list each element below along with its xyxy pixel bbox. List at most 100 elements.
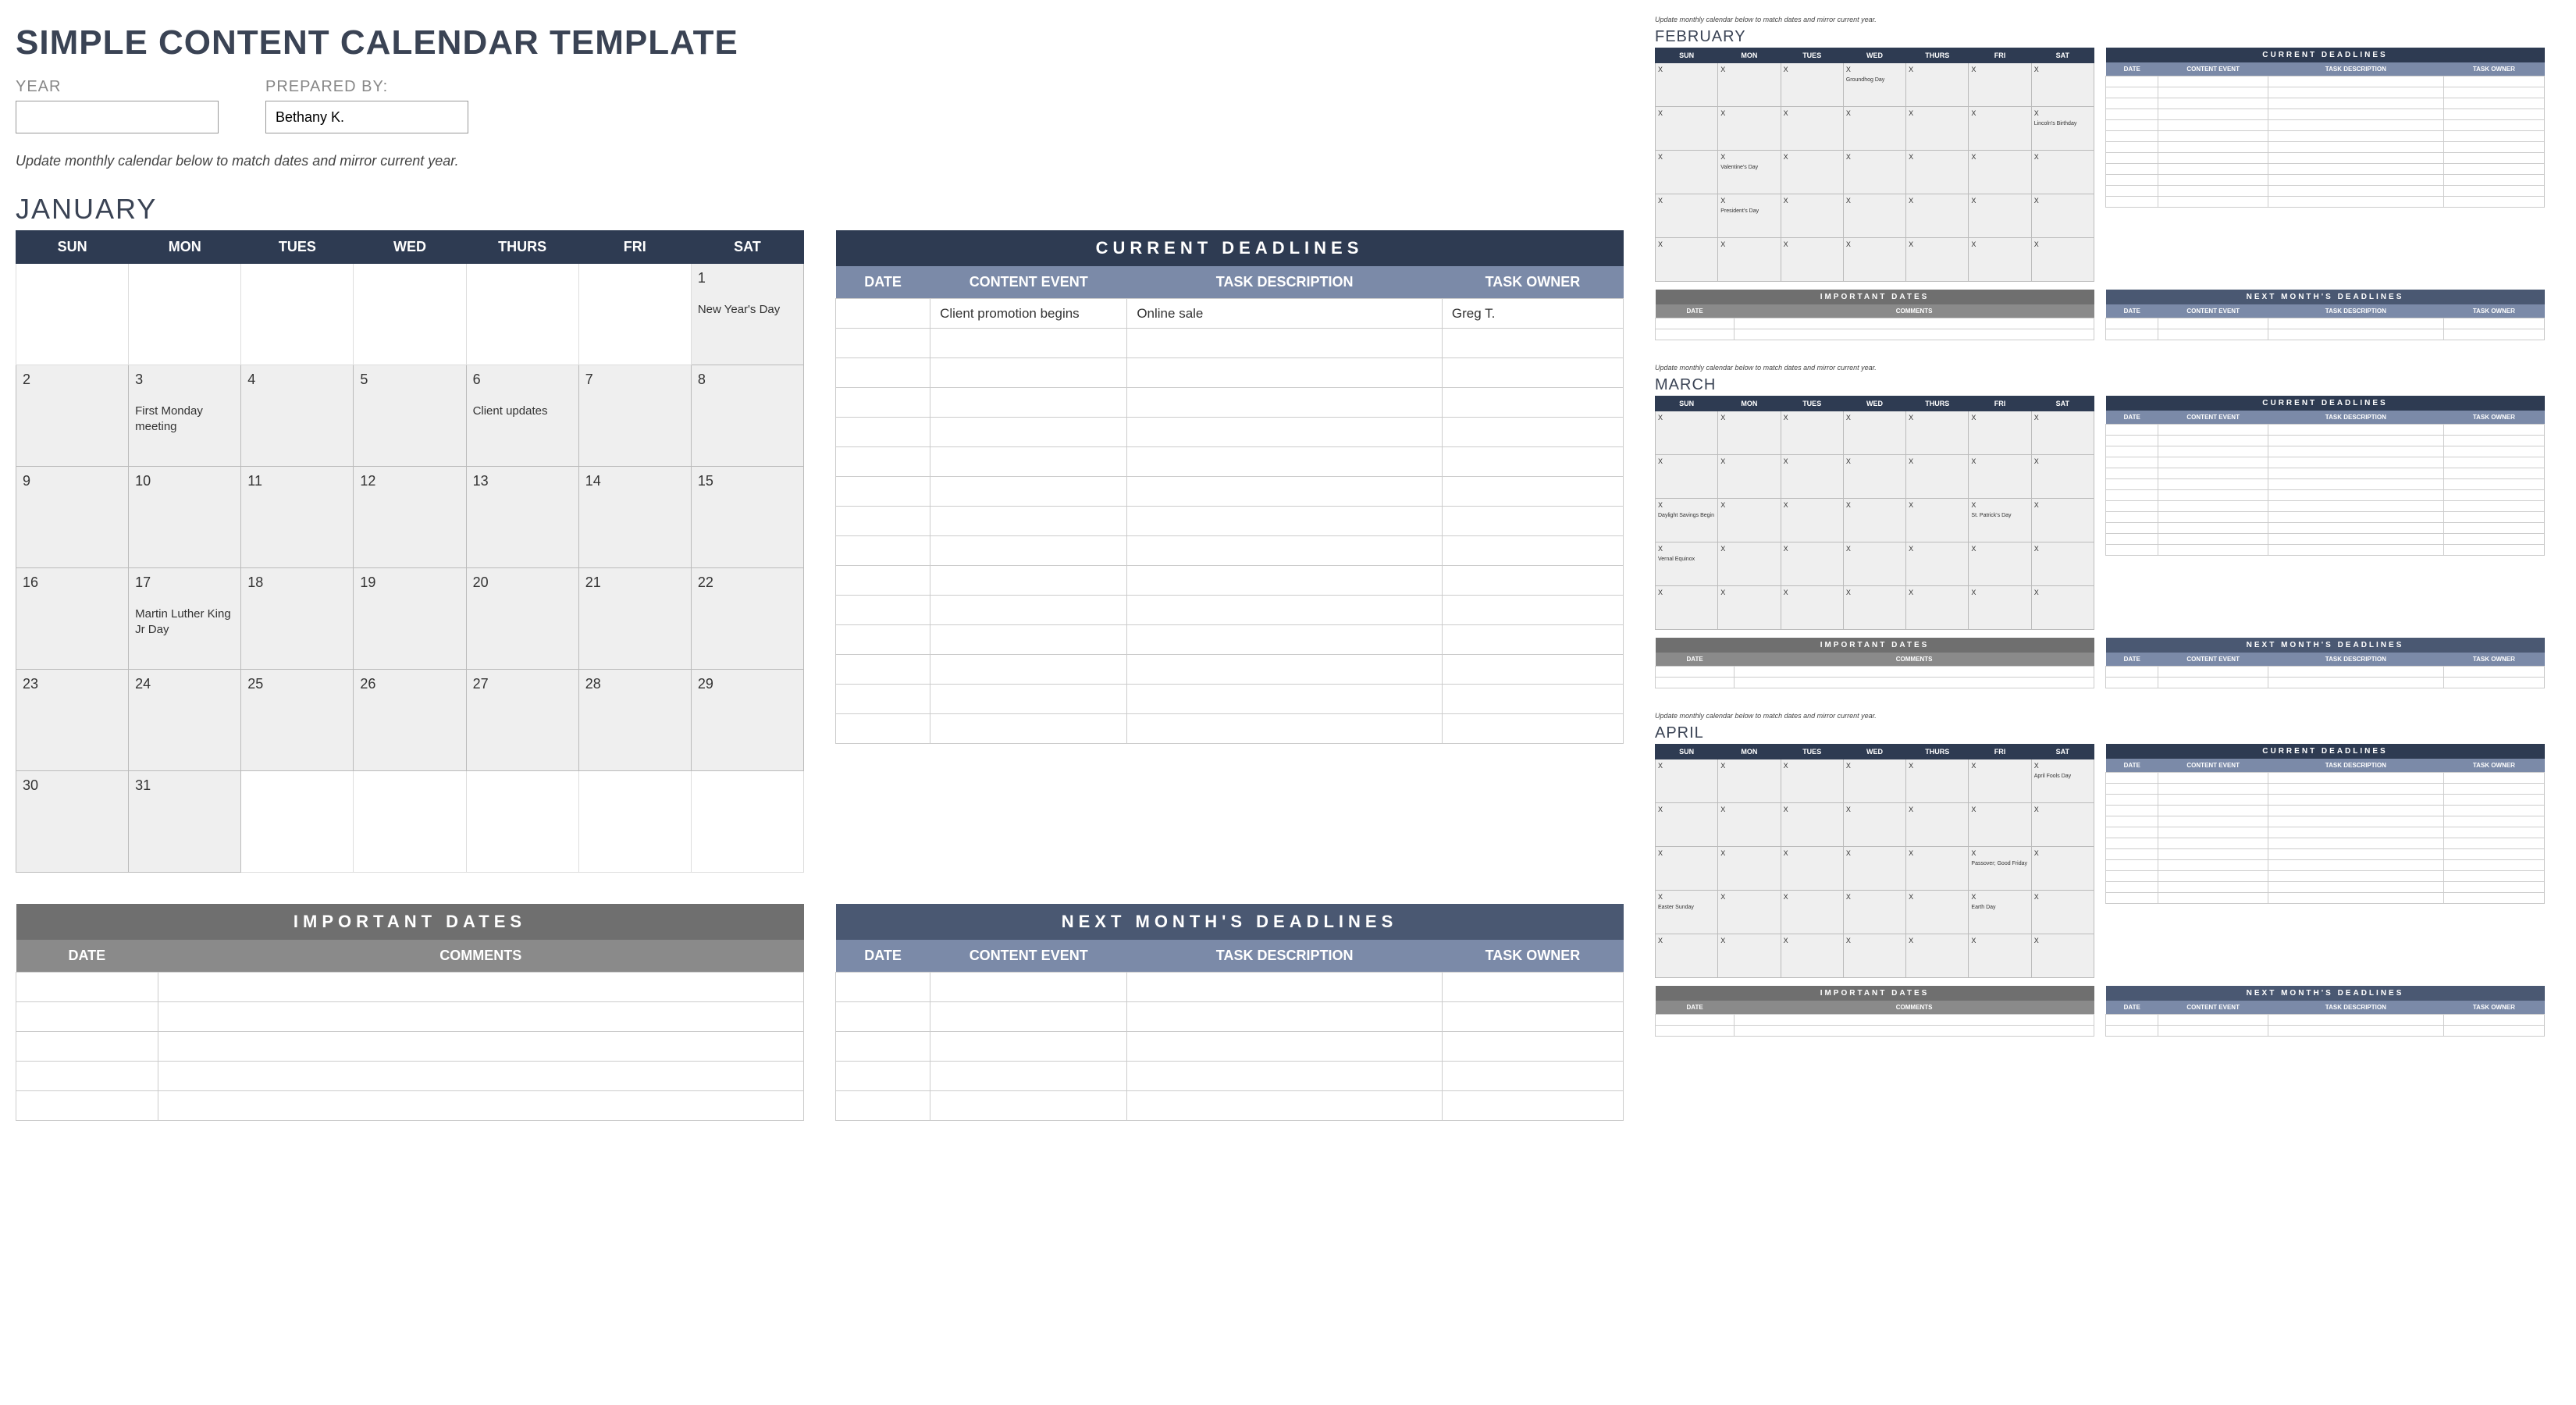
table-cell[interactable]	[930, 1062, 1127, 1091]
table-cell[interactable]	[2268, 501, 2443, 512]
prepared-by-input[interactable]	[265, 101, 468, 133]
table-cell[interactable]	[2158, 76, 2268, 87]
calendar-cell[interactable]: 29	[691, 670, 803, 771]
calendar-cell[interactable]: X	[1969, 107, 2031, 151]
calendar-cell[interactable]: X	[1906, 411, 1969, 455]
calendar-cell[interactable]: X	[1969, 238, 2031, 282]
calendar-cell[interactable]: XValentine's Day	[1718, 151, 1781, 194]
table-cell[interactable]	[158, 1032, 803, 1062]
calendar-cell[interactable]: X	[2031, 238, 2094, 282]
table-cell[interactable]	[2443, 523, 2544, 534]
table-cell[interactable]	[1735, 667, 2094, 678]
table-cell[interactable]	[2443, 838, 2544, 849]
calendar-cell[interactable]: X	[1969, 759, 2031, 803]
table-cell[interactable]	[2443, 436, 2544, 446]
table-cell[interactable]	[2158, 87, 2268, 98]
table-cell[interactable]	[2158, 667, 2268, 678]
table-cell[interactable]	[2268, 76, 2443, 87]
table-cell[interactable]	[2158, 446, 2268, 457]
calendar-cell[interactable]: X	[1969, 934, 2031, 978]
table-cell[interactable]	[2268, 545, 2443, 556]
calendar-cell[interactable]: X	[1656, 151, 1718, 194]
table-cell[interactable]	[2106, 87, 2158, 98]
calendar-cell[interactable]: 21	[578, 568, 691, 670]
table-cell[interactable]	[2443, 153, 2544, 164]
table-cell[interactable]	[836, 477, 930, 507]
table-cell[interactable]	[2158, 773, 2268, 784]
calendar-cell[interactable]: X	[1906, 803, 1969, 847]
table-cell[interactable]	[2158, 827, 2268, 838]
calendar-cell[interactable]: XApril Fools Day	[2031, 759, 2094, 803]
table-cell[interactable]	[2158, 784, 2268, 795]
table-cell[interactable]	[930, 477, 1127, 507]
table-cell[interactable]	[2158, 131, 2268, 142]
table-cell[interactable]	[2443, 468, 2544, 479]
table-cell[interactable]	[930, 1002, 1127, 1032]
table-cell[interactable]	[2158, 329, 2268, 340]
calendar-cell[interactable]: X	[1906, 107, 1969, 151]
calendar-cell[interactable]: 3First Monday meeting	[129, 365, 241, 467]
table-cell[interactable]	[1442, 625, 1623, 655]
table-cell[interactable]	[2106, 457, 2158, 468]
calendar-cell[interactable]: X	[1781, 411, 1843, 455]
calendar-cell[interactable]	[354, 771, 466, 873]
calendar-cell[interactable]: 30	[16, 771, 129, 873]
table-cell[interactable]	[2106, 849, 2158, 860]
calendar-cell[interactable]	[578, 264, 691, 365]
table-cell[interactable]	[2106, 329, 2158, 340]
calendar-cell[interactable]	[241, 264, 354, 365]
calendar-cell[interactable]: 2	[16, 365, 129, 467]
calendar-cell[interactable]: X	[1969, 151, 2031, 194]
table-cell[interactable]	[2106, 186, 2158, 197]
calendar-cell[interactable]	[691, 771, 803, 873]
table-cell[interactable]	[836, 329, 930, 358]
calendar-cell[interactable]: X	[1781, 151, 1843, 194]
calendar-cell[interactable]: X	[1906, 194, 1969, 238]
table-cell[interactable]	[2106, 860, 2158, 871]
table-cell[interactable]	[2106, 142, 2158, 153]
table-cell[interactable]	[2106, 197, 2158, 208]
table-cell[interactable]	[2268, 849, 2443, 860]
table-cell[interactable]	[2443, 1015, 2544, 1026]
calendar-cell[interactable]: X	[1781, 238, 1843, 282]
calendar-cell[interactable]: X	[1718, 759, 1781, 803]
calendar-cell[interactable]: 8	[691, 365, 803, 467]
calendar-cell[interactable]: X	[1843, 499, 1905, 542]
calendar-cell[interactable]: X	[1843, 803, 1905, 847]
table-cell[interactable]: Online sale	[1127, 299, 1443, 329]
calendar-cell[interactable]: X	[1906, 934, 1969, 978]
table-cell[interactable]	[2158, 175, 2268, 186]
table-cell[interactable]	[2268, 773, 2443, 784]
table-cell[interactable]	[1127, 507, 1443, 536]
table-cell[interactable]	[930, 388, 1127, 418]
table-cell[interactable]	[2268, 490, 2443, 501]
table-cell[interactable]	[836, 1091, 930, 1121]
table-cell[interactable]	[2268, 838, 2443, 849]
table-cell[interactable]	[1442, 566, 1623, 596]
table-cell[interactable]	[2158, 806, 2268, 816]
calendar-cell[interactable]: X	[1906, 847, 1969, 891]
table-cell[interactable]	[2158, 468, 2268, 479]
calendar-cell[interactable]: XSt. Patrick's Day	[1969, 499, 2031, 542]
table-cell[interactable]	[2106, 490, 2158, 501]
table-cell[interactable]	[836, 1002, 930, 1032]
table-cell[interactable]	[2443, 98, 2544, 109]
calendar-cell[interactable]: 9	[16, 467, 129, 568]
table-cell[interactable]	[2443, 425, 2544, 436]
calendar-cell[interactable]: 4	[241, 365, 354, 467]
table-cell[interactable]	[2106, 98, 2158, 109]
calendar-cell[interactable]: X	[1843, 107, 1905, 151]
calendar-cell[interactable]: X	[1781, 759, 1843, 803]
calendar-cell[interactable]: XEaster Sunday	[1656, 891, 1718, 934]
calendar-cell[interactable]: X	[1781, 455, 1843, 499]
table-cell[interactable]	[1127, 1091, 1443, 1121]
table-cell[interactable]	[1127, 447, 1443, 477]
table-cell[interactable]	[2106, 479, 2158, 490]
table-cell[interactable]	[1442, 447, 1623, 477]
table-cell[interactable]	[930, 655, 1127, 685]
table-cell[interactable]	[1656, 1015, 1735, 1026]
table-cell[interactable]	[1442, 507, 1623, 536]
calendar-cell[interactable]: X	[1969, 542, 2031, 586]
calendar-cell[interactable]: X	[1718, 411, 1781, 455]
table-cell[interactable]	[836, 536, 930, 566]
